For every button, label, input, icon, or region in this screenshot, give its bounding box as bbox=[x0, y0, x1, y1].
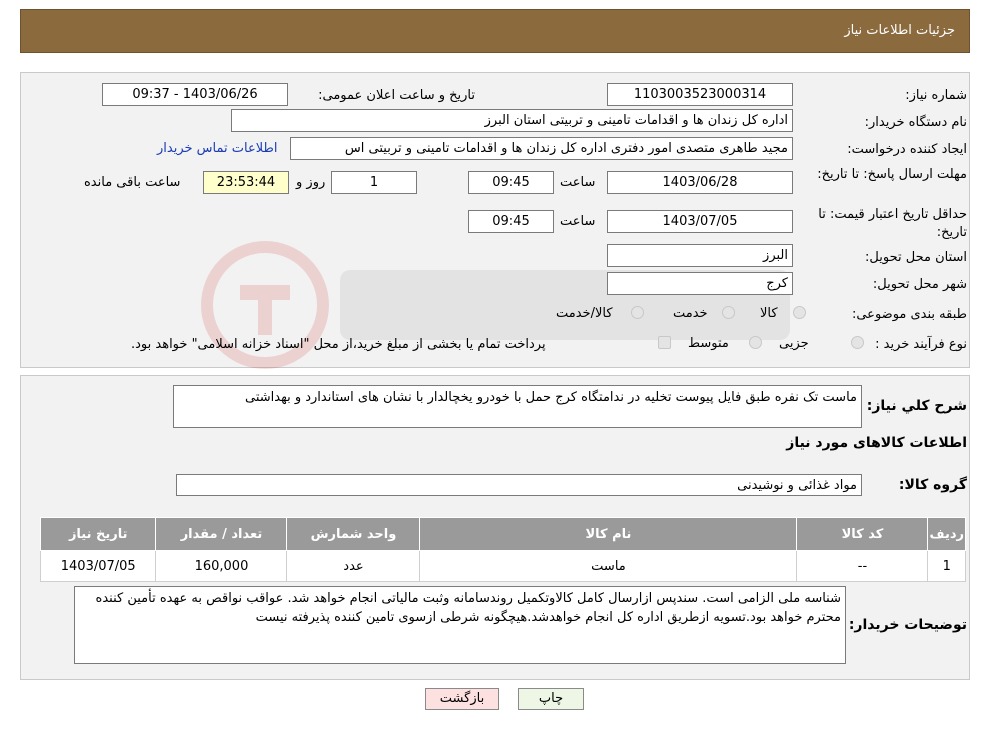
category-option-goods: کالا bbox=[760, 306, 778, 321]
category-label: طبقه بندی موضوعی: bbox=[851, 307, 967, 322]
col-name: نام کالا bbox=[419, 517, 798, 551]
description-textarea[interactable]: ماست تک نفره طبق فایل پیوست تخلیه در ندا… bbox=[173, 385, 862, 428]
col-code: کد کالا bbox=[796, 517, 929, 551]
col-row: ردیف bbox=[927, 517, 966, 551]
cell-date: 1403/07/05 bbox=[39, 550, 157, 582]
validity-date-field: 1403/07/05 bbox=[607, 210, 793, 233]
validity-time-field: 09:45 bbox=[468, 210, 554, 233]
process-radio-medium[interactable] bbox=[749, 336, 762, 349]
table-row: 1 -- ماست عدد 160,000 1403/07/05 bbox=[39, 550, 966, 582]
days-field: 1 bbox=[331, 171, 417, 194]
need-number-field: 1103003523000314 bbox=[607, 83, 793, 106]
process-radio-partial[interactable] bbox=[851, 336, 864, 349]
cell-row: 1 bbox=[927, 550, 966, 582]
process-note: پرداخت تمام یا بخشی از مبلغ خرید،از محل … bbox=[131, 337, 546, 352]
validity-label: حداقل تاریخ اعتبار قیمت: تا تاریخ: bbox=[818, 207, 967, 240]
category-option-service: خدمت bbox=[673, 306, 708, 321]
col-quantity: تعداد / مقدار bbox=[155, 517, 288, 551]
buyer-field: اداره کل زندان ها و اقدامات تامینی و ترب… bbox=[231, 109, 793, 132]
col-unit: واحد شمارش bbox=[286, 517, 421, 551]
goods-table-header: ردیف کد کالا نام کالا واحد شمارش تعداد /… bbox=[39, 517, 966, 551]
creator-label: ایجاد کننده درخواست: bbox=[847, 142, 967, 157]
province-label: استان محل تحویل: bbox=[865, 250, 967, 265]
page-header: جزئیات اطلاعات نیاز bbox=[20, 9, 970, 53]
city-field: کرج bbox=[607, 272, 793, 295]
need-number-label: شماره نیاز: bbox=[905, 88, 967, 103]
announce-label: تاریخ و ساعت اعلان عمومی: bbox=[318, 88, 475, 103]
description-label: شرح کلي نياز: bbox=[866, 398, 967, 414]
print-button[interactable]: چاپ bbox=[518, 688, 584, 710]
buyer-notes-label: توضیحات خریدار: bbox=[848, 617, 967, 633]
cell-code: -- bbox=[796, 550, 929, 582]
creator-field: مجید طاهری متصدی امور دفتری اداره کل زند… bbox=[290, 137, 793, 160]
city-label: شهر محل تحویل: bbox=[872, 277, 967, 292]
goods-group-field: مواد غذائی و نوشیدنی bbox=[176, 474, 862, 496]
announce-field: 1403/06/26 - 09:37 bbox=[102, 83, 288, 106]
goods-group-label: گروه کالا: bbox=[898, 477, 967, 493]
page-title: جزئیات اطلاعات نیاز bbox=[844, 23, 955, 38]
deadline-label: مهلت ارسال پاسخ: تا تاریخ: bbox=[817, 167, 967, 182]
back-button[interactable]: بازگشت bbox=[425, 688, 499, 710]
cell-quantity: 160,000 bbox=[155, 550, 288, 582]
process-option-partial: جزیی bbox=[779, 336, 809, 351]
goods-section-title: اطلاعات کالاهای مورد نیاز bbox=[786, 435, 967, 451]
category-radio-service[interactable] bbox=[722, 306, 735, 319]
remaining-label: ساعت باقی مانده bbox=[84, 175, 181, 190]
category-option-goods-service: کالا/خدمت bbox=[556, 306, 613, 321]
col-date: تاریخ نیاز bbox=[39, 517, 157, 551]
deadline-time-label: ساعت bbox=[560, 175, 596, 190]
process-label: نوع فرآیند خرید : bbox=[875, 337, 967, 352]
days-label: روز و bbox=[296, 175, 326, 190]
cell-unit: عدد bbox=[286, 550, 421, 582]
cell-name: ماست bbox=[419, 550, 798, 582]
buyer-notes-textarea[interactable]: شناسه ملی الزامی است. سندپس ازارسال کامل… bbox=[74, 586, 846, 664]
process-option-medium: متوسط bbox=[688, 336, 729, 351]
buyer-label: نام دستگاه خریدار: bbox=[864, 115, 967, 130]
category-radio-goods-service[interactable] bbox=[631, 306, 644, 319]
goods-table: ردیف کد کالا نام کالا واحد شمارش تعداد /… bbox=[39, 517, 966, 582]
remaining-time-field: 23:53:44 bbox=[203, 171, 289, 194]
validity-time-label: ساعت bbox=[560, 214, 596, 229]
deadline-time-field: 09:45 bbox=[468, 171, 554, 194]
category-radio-goods[interactable] bbox=[793, 306, 806, 319]
buyer-contact-link[interactable]: اطلاعات تماس خریدار bbox=[157, 141, 277, 156]
deadline-date-field: 1403/06/28 bbox=[607, 171, 793, 194]
process-checkbox-treasury[interactable] bbox=[658, 336, 671, 349]
province-field: البرز bbox=[607, 244, 793, 267]
